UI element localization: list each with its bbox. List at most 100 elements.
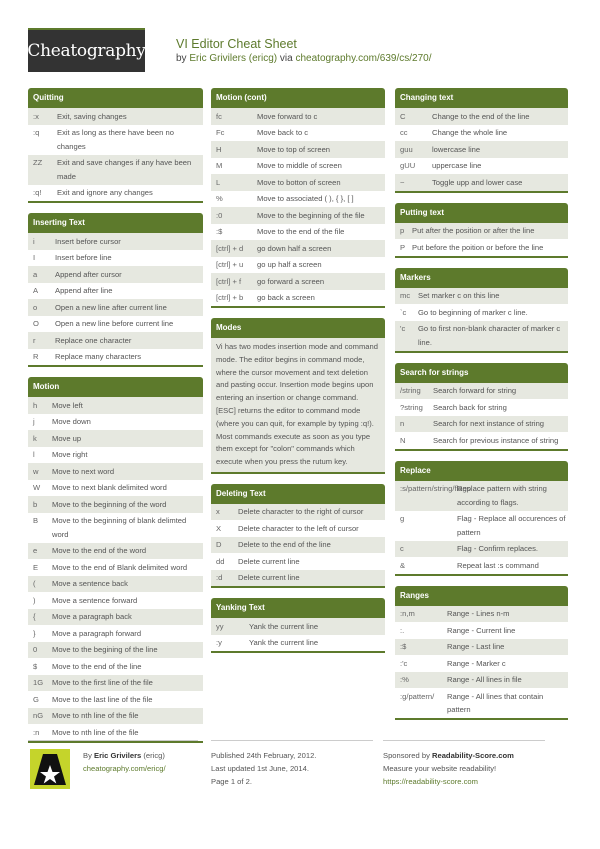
command-description: Go to beginning of marker c line. (418, 307, 528, 317)
command-key: k (33, 433, 37, 443)
command-key: cc (400, 128, 408, 137)
command-description: Move to associated ( ), { }, [ ] (257, 194, 354, 203)
command-key: % (216, 194, 223, 203)
command-key: /string (400, 386, 421, 395)
command-row: :n,m Range - Lines n-m (395, 605, 568, 622)
command-key: guu (400, 144, 413, 154)
command-key: :% (400, 675, 409, 684)
command-description: Move left (52, 400, 83, 410)
author-profile-link[interactable]: cheatography.com/ericg/ (83, 762, 166, 775)
command-key: C (400, 111, 406, 121)
command-description: Open a new line after current line (55, 302, 167, 312)
cheatography-logo[interactable]: Cheatography (27, 28, 146, 72)
command-row: 0 Move to the begining of the line (28, 641, 203, 658)
command-row: :'c Range - Marker c (395, 655, 568, 672)
command-key: O (33, 319, 39, 328)
author-avatar[interactable] (30, 749, 70, 789)
command-description: Move a paragraph forward (52, 628, 142, 638)
command-description: Move to nth line of the file (52, 727, 139, 737)
footer-publication: Published 24th February, 2012. Last upda… (211, 740, 373, 788)
command-row: a Append after cursor (28, 266, 203, 283)
command-row: $ Move to the end of the line (28, 658, 203, 675)
section-changing-text: Changing text C Change to the end of the … (395, 88, 568, 193)
command-row: b Move to the beginning of the word (28, 496, 203, 513)
command-row: 'c Go to first non-blank character of mar… (395, 320, 568, 351)
command-description: Move to the end of the word (52, 546, 147, 555)
command-key: h (33, 400, 38, 410)
section-title: Deleting Text (211, 483, 385, 504)
command-key: [ctrl] + u (216, 260, 244, 269)
command-row: N Search for previous instance of string (395, 432, 568, 449)
command-description: Exit as long as there have been no chang… (57, 128, 174, 151)
command-row: [ctrl] + b go back a screen (211, 289, 385, 306)
command-row: Fc Move back to c (211, 124, 385, 141)
command-key: nG (33, 711, 44, 720)
command-row: :n Move to nth line of the file (28, 724, 203, 741)
footer-author-name[interactable]: Eric Grivilers (94, 751, 141, 760)
command-row: ?string Search back for string (395, 399, 568, 416)
page-title[interactable]: VI Editor Cheat Sheet (176, 37, 432, 52)
command-key: o (33, 302, 38, 312)
author-link[interactable]: Eric Grivilers (ericg) (189, 53, 277, 64)
command-description: Delete character to the left of cursor (238, 523, 359, 533)
command-description: Move to next blank delimited word (52, 483, 167, 492)
command-key: :q (33, 128, 40, 137)
command-key: H (216, 144, 222, 154)
command-description: lowercase line (432, 144, 481, 154)
published-date: Published 24th February, 2012. (211, 751, 317, 760)
command-description: go up half a screen (257, 260, 322, 269)
command-key: [ctrl] + b (216, 293, 244, 302)
title-block: VI Editor Cheat Sheet by Eric Grivilers … (176, 37, 432, 66)
command-description: uppercase line (432, 161, 482, 170)
command-row: A Append after line (28, 282, 203, 299)
command-key: P (400, 242, 406, 252)
command-row: ~ Toggle upp and lower case (395, 174, 568, 191)
command-description: Yank the current line (249, 638, 319, 648)
command-key: :$ (216, 227, 223, 236)
command-description: Put after the position or after the line (412, 226, 535, 235)
command-row: :q! Exit and ignore any changes (28, 184, 203, 201)
command-key: :q! (33, 188, 42, 197)
command-row: :% Range - All lines in file (395, 671, 568, 688)
sponsor-line: Sponsored by Readability-Score.com (383, 749, 545, 762)
section-motion-cont: Motion (cont) fc Move forward to c Fc Move … (211, 88, 385, 308)
command-key: mc (400, 291, 411, 300)
command-key: :g/pattern/ (400, 691, 435, 701)
command-row: ) Move a sentence forward (28, 592, 203, 609)
sponsor-link[interactable]: https://readability-score.com (383, 775, 545, 788)
command-row: :q Exit as long as there have been no cha… (28, 124, 203, 155)
command-key: r (33, 335, 36, 345)
command-row: mc Set marker c on this line (395, 287, 568, 304)
command-description: Replace pattern with string according to… (457, 484, 547, 507)
updated-date: Last updated 1st June, 2014. (211, 764, 309, 773)
command-description: Move to the end of the file (257, 227, 345, 236)
section-title: Replace (395, 460, 568, 481)
command-description: Append after cursor (55, 269, 122, 279)
command-key: fc (216, 111, 222, 121)
command-row: w Move to next word (28, 463, 203, 480)
section-ranges: Ranges :n,m Range - Lines n-m:. Range - Cu… (395, 585, 568, 720)
command-description: Replace one character (55, 335, 132, 345)
sponsor-name[interactable]: Readability-Score.com (432, 751, 514, 760)
command-row: :. Range - Current line (395, 622, 568, 639)
section-quitting: Quitting :x Exit, saving changes:q Exit as… (28, 88, 203, 203)
command-row: g Flag - Replace all occurences of patter… (395, 510, 568, 541)
command-key: ) (33, 595, 36, 605)
command-description: Move to the end of Blank delimited word (52, 562, 188, 572)
command-row: fc Move forward to c (211, 108, 385, 125)
command-key: B (33, 516, 39, 525)
command-row: O Open a new line before current line (28, 315, 203, 332)
command-key: w (33, 466, 39, 476)
command-description: Search for previous instance of string (433, 435, 559, 445)
command-key: n (400, 419, 405, 428)
command-row: x Delete character to the right of cursor (211, 503, 385, 521)
command-description: Set marker c on this line (418, 291, 500, 300)
footer-author: By Eric Grivilers (ericg) cheatography.c… (28, 740, 198, 789)
command-row: :x Exit, saving changes (28, 108, 203, 125)
command-description: Change to the end of the line (432, 111, 530, 121)
section-title: Motion (cont) (211, 88, 385, 108)
command-key: e (33, 546, 38, 555)
command-key: a (33, 269, 38, 279)
command-row: :y Yank the current line (211, 634, 385, 652)
sheet-url-link[interactable]: cheatography.com/639/cs/270/ (295, 53, 431, 64)
